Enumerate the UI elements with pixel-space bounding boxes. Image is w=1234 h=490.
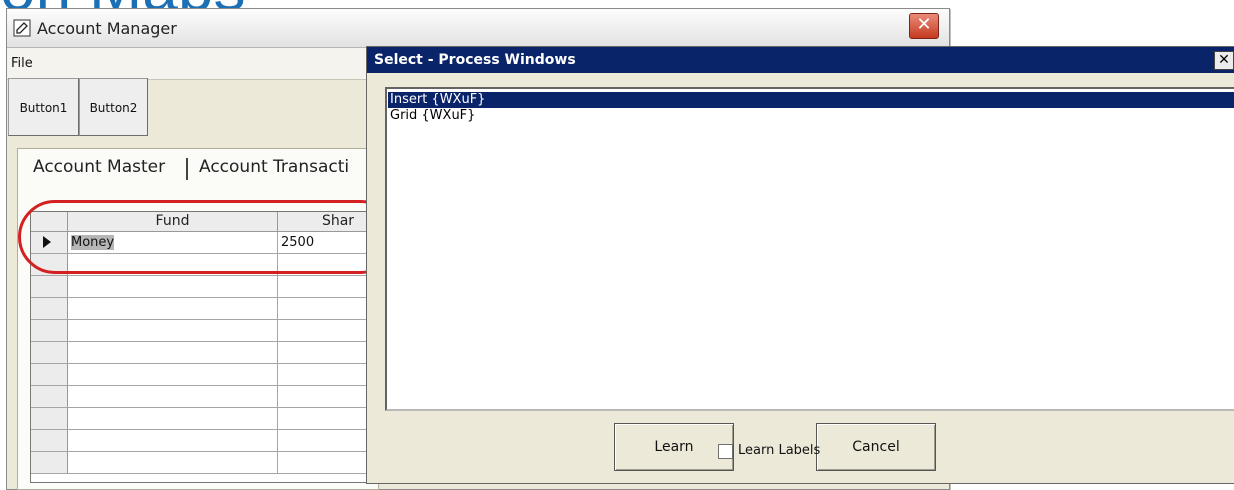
row-selector[interactable] xyxy=(31,386,68,407)
cell-fund[interactable] xyxy=(68,408,278,429)
row-selector[interactable] xyxy=(31,298,68,319)
cell-shares[interactable] xyxy=(278,452,376,473)
cell-shares[interactable] xyxy=(278,364,376,385)
table-row[interactable] xyxy=(31,386,376,408)
annotation-circle xyxy=(18,200,398,274)
row-selector[interactable] xyxy=(31,320,68,341)
cell-fund[interactable] xyxy=(68,386,278,407)
cell-fund[interactable] xyxy=(68,276,278,297)
cell-shares[interactable] xyxy=(278,386,376,407)
list-item[interactable]: Insert {WXuF} xyxy=(388,92,1234,108)
cell-fund[interactable] xyxy=(68,320,278,341)
row-selector[interactable] xyxy=(31,408,68,429)
row-selector[interactable] xyxy=(31,342,68,363)
window-title: Account Manager xyxy=(37,19,177,38)
dialog-titlebar[interactable]: Select - Process Windows ✕ xyxy=(367,47,1234,73)
cancel-button[interactable]: Cancel xyxy=(816,423,936,471)
cell-fund[interactable] xyxy=(68,430,278,451)
table-row[interactable] xyxy=(31,408,376,430)
learn-button[interactable]: Learn xyxy=(614,423,734,471)
window-titlebar[interactable]: Account Manager ✕ xyxy=(7,9,949,48)
row-selector[interactable] xyxy=(31,364,68,385)
button1[interactable]: Button1 xyxy=(8,78,79,136)
cell-fund[interactable] xyxy=(68,452,278,473)
cell-fund[interactable] xyxy=(68,364,278,385)
table-row[interactable] xyxy=(31,430,376,452)
table-row[interactable] xyxy=(31,298,376,320)
learn-labels-checkbox[interactable] xyxy=(718,444,733,459)
cell-shares[interactable] xyxy=(278,408,376,429)
cell-shares[interactable] xyxy=(278,298,376,319)
cell-shares[interactable] xyxy=(278,342,376,363)
learn-labels-label: Learn Labels xyxy=(738,443,821,458)
tab-account-transactions[interactable]: Account Transacti xyxy=(199,148,349,186)
cell-fund[interactable] xyxy=(68,298,278,319)
cell-shares[interactable] xyxy=(278,320,376,341)
process-window-list[interactable]: Insert {WXuF} Grid {WXuF} xyxy=(385,87,1234,411)
cell-shares[interactable] xyxy=(278,430,376,451)
pencil-icon xyxy=(13,19,31,37)
row-selector[interactable] xyxy=(31,452,68,473)
table-row[interactable] xyxy=(31,452,376,474)
close-button[interactable]: ✕ xyxy=(909,13,939,39)
row-selector[interactable] xyxy=(31,276,68,297)
tab-account-master[interactable]: Account Master xyxy=(33,148,165,186)
list-item[interactable]: Grid {WXuF} xyxy=(388,108,475,124)
select-process-windows-dialog: Select - Process Windows ✕ Insert {WXuF}… xyxy=(366,46,1234,484)
row-selector[interactable] xyxy=(31,430,68,451)
table-row[interactable] xyxy=(31,342,376,364)
table-row[interactable] xyxy=(31,320,376,342)
menu-file[interactable]: File xyxy=(11,56,33,71)
table-row[interactable] xyxy=(31,276,376,298)
dialog-title: Select - Process Windows xyxy=(374,52,576,68)
button2[interactable]: Button2 xyxy=(79,78,148,136)
cell-shares[interactable] xyxy=(278,276,376,297)
cell-fund[interactable] xyxy=(68,342,278,363)
close-icon[interactable]: ✕ xyxy=(1214,51,1234,70)
tab-divider xyxy=(186,158,188,180)
table-row[interactable] xyxy=(31,364,376,386)
